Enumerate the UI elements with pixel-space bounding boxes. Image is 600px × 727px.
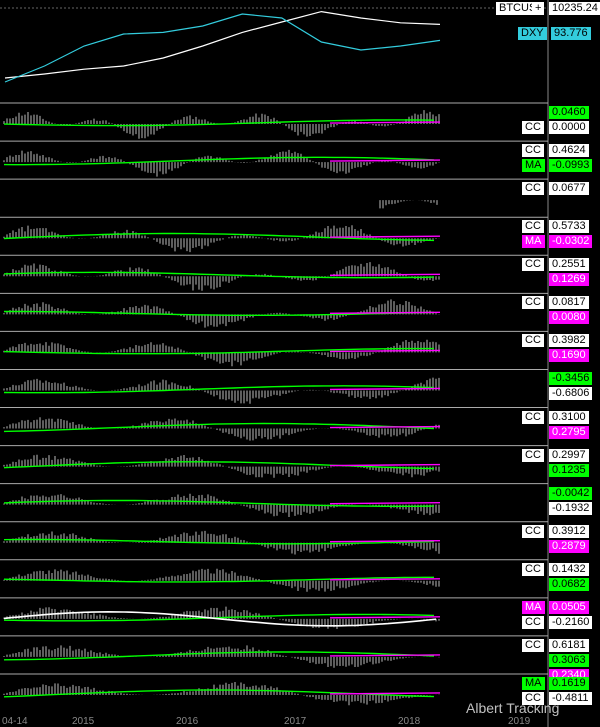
panel-14-label-0: CC <box>522 638 544 652</box>
panel-1-label-1: MA <box>522 159 545 173</box>
panel-14-value-1: 0.3063 <box>549 653 589 667</box>
ma-line-13 <box>329 616 441 619</box>
panel-1-value-1: -0.0993 <box>549 159 593 173</box>
panel-6-label-0: CC <box>522 334 544 348</box>
panel-4-value-1: 0.1269 <box>549 273 589 287</box>
panel-10-value-0: -0.0042 <box>549 486 593 500</box>
panel-12-label-0: CC <box>522 562 544 576</box>
x-label-5: 2019 <box>508 716 531 727</box>
panel-0-value-0: 0.0460 <box>549 106 589 119</box>
panel-11-label-0: CC <box>522 524 544 538</box>
panel-2-value-0: 0.0677 <box>549 182 589 196</box>
panel-11-value-0: 0.3912 <box>549 524 589 538</box>
ma-line-9 <box>329 463 441 467</box>
panel-13-label-1: CC <box>522 615 544 629</box>
panel-6-value-0: 0.3982 <box>549 334 589 348</box>
panel-3-label-1: MA <box>522 235 545 249</box>
panel-6-value-1: 0.1690 <box>549 349 589 363</box>
panel-14-value-0: 0.6181 <box>549 638 589 652</box>
btc-value: 10235.24 <box>549 2 600 15</box>
panel-9-value-1: 0.1235 <box>549 463 589 477</box>
ma-line-3 <box>329 235 441 238</box>
panel-15-label-0: MA <box>522 676 545 690</box>
ma-line-11 <box>329 540 441 543</box>
x-label-3: 2017 <box>284 716 307 727</box>
price-line-0 <box>4 10 441 79</box>
ma-line-4 <box>329 273 441 276</box>
panel-1-value-0: 0.4624 <box>549 144 589 158</box>
panel-5-value-1: 0.0080 <box>549 311 589 325</box>
ma-line-14 <box>329 654 441 657</box>
chart-canvas <box>0 0 549 727</box>
panel-11-value-1: 0.2879 <box>549 539 589 553</box>
x-label-2: 2016 <box>176 716 199 727</box>
dxy-value: 93.776 <box>551 27 591 40</box>
panel-3-value-1: -0.0302 <box>549 235 593 249</box>
ma-line-0 <box>329 121 441 124</box>
panel-13-value-0: 0.0505 <box>549 600 589 614</box>
panel-5-value-0: 0.0817 <box>549 296 589 310</box>
panel-1-label-0: CC <box>522 144 544 158</box>
x-label-1: 2015 <box>72 716 95 727</box>
watermark: Albert Tracking <box>466 700 560 716</box>
panel-9-value-0: 0.2997 <box>549 448 589 462</box>
x-label-4: 2018 <box>398 716 421 727</box>
ma-line-5 <box>329 311 441 315</box>
panel-8-value-1: 0.2795 <box>549 425 589 439</box>
panel-3-label-0: CC <box>522 220 544 234</box>
panel-3-value-0: 0.5733 <box>549 220 589 234</box>
crosshair-plus: + <box>532 2 545 15</box>
dxy-label: DXY <box>518 27 547 40</box>
x-label-0: 04-14 <box>2 716 28 727</box>
panel-12-value-0: 0.1432 <box>549 562 589 576</box>
ma-line-15 <box>329 692 441 695</box>
panel-4-label-0: CC <box>522 258 544 272</box>
panel-15-value-0: 0.1619 <box>549 676 589 690</box>
ma-line-1 <box>329 159 441 162</box>
panel-0-value-1: 0.0000 <box>549 121 589 134</box>
panel-13-value-1: -0.2160 <box>549 615 593 629</box>
ma-line-6 <box>329 349 441 353</box>
panel-2-label-0: CC <box>522 182 544 196</box>
ma-line-12 <box>329 578 441 581</box>
panel-7-value-1: -0.6806 <box>549 387 593 401</box>
ma-line-10 <box>329 501 441 505</box>
panel-10-value-1: -0.1932 <box>549 501 593 515</box>
panel-13-label-0: MA <box>522 600 545 614</box>
panel-8-label-0: CC <box>522 410 544 424</box>
panel-8-value-0: 0.3100 <box>549 410 589 424</box>
ma-line-7 <box>329 387 441 391</box>
ma-line-8 <box>329 425 441 429</box>
panel-5-label-0: CC <box>522 296 544 310</box>
panel-4-value-0: 0.2551 <box>549 258 589 272</box>
price-line-1 <box>4 13 441 83</box>
panel-12-value-1: 0.0682 <box>549 577 589 591</box>
panel-9-label-0: CC <box>522 448 544 462</box>
panel-7-value-0: -0.3456 <box>549 372 593 386</box>
panel-0-label-1: CC <box>522 121 544 134</box>
